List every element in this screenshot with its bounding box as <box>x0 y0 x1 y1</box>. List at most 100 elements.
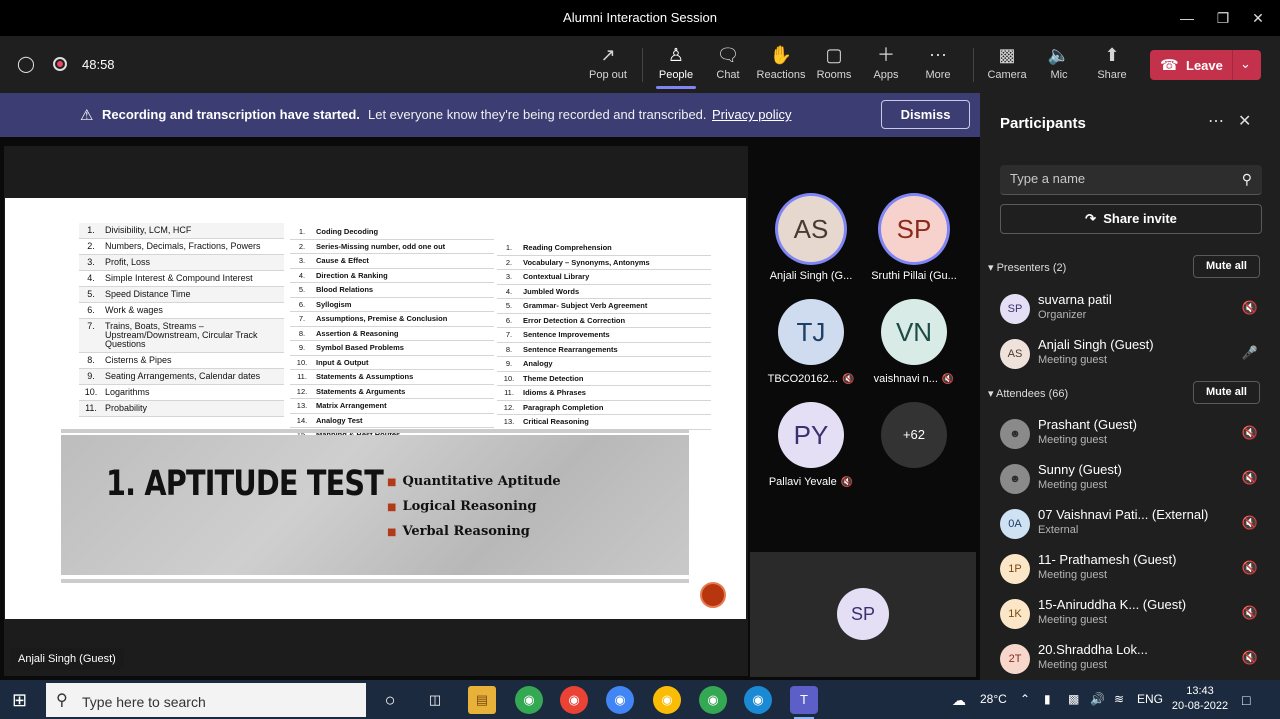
teams-icon[interactable]: T <box>790 686 818 719</box>
topic-label: Syllogism <box>316 299 352 309</box>
topic-number: 8. <box>505 344 513 354</box>
edge-icon[interactable]: ◉ <box>744 686 772 714</box>
chrome-icon[interactable]: ◉ <box>515 686 543 714</box>
chrome-icon[interactable]: ◉ <box>606 686 634 714</box>
rooms-button[interactable]: ▢ Rooms <box>808 44 860 81</box>
participant-tile[interactable]: TJ TBCO20162... 🔇 <box>766 299 856 385</box>
topic-number: 2. <box>298 241 306 251</box>
shield-icon[interactable]: ◯ <box>17 54 35 74</box>
participant-tile[interactable]: SP Sruthi Pillai (Gu... <box>869 196 959 282</box>
share-invite-button[interactable]: ↷ Share invite <box>1000 204 1262 234</box>
maximize-icon[interactable]: ❐ <box>1213 8 1233 28</box>
participant-row[interactable]: 0A 07 Vaishnavi Pati... (External) Exter… <box>1000 505 1262 545</box>
chevron-up-icon[interactable]: ⌃ <box>1020 692 1030 706</box>
windows-start-icon[interactable]: ⊞ <box>12 690 27 711</box>
task-view-icon[interactable]: ◫ <box>421 686 449 714</box>
topic-row: 4. Direction & Ranking <box>290 269 494 283</box>
aptitude-bullet: ■ Logical Reasoning <box>387 499 537 514</box>
reactions-button[interactable]: ✋ Reactions <box>755 44 807 81</box>
search-icon[interactable]: ⚲ <box>1242 171 1252 188</box>
notifications-icon[interactable]: □ <box>1242 692 1250 708</box>
apps-label: Apps <box>873 69 899 81</box>
share-button[interactable]: ⬆ Share <box>1086 44 1138 81</box>
leave-label: Leave <box>1186 58 1223 73</box>
topic-row: 1. Coding Decoding <box>290 225 494 240</box>
avatar: 2T <box>1000 644 1030 674</box>
cortana-icon[interactable]: ○ <box>376 686 404 714</box>
system-clock[interactable]: 13:43 20-08-2022 <box>1168 684 1232 714</box>
avatar: 0A <box>1000 509 1030 539</box>
more-button[interactable]: ⋯ More <box>912 44 964 81</box>
banner-text: Let everyone know they're being recorded… <box>368 107 707 122</box>
close-window-icon[interactable]: ✕ <box>1248 8 1268 28</box>
avatar: PY <box>778 402 844 468</box>
minimize-icon[interactable]: — <box>1177 8 1197 28</box>
people-button[interactable]: ♙ People <box>650 44 702 89</box>
rooms-icon: ▢ <box>825 45 843 65</box>
participant-row[interactable]: SP suvarna patil Organizer 🔇 <box>1000 290 1262 330</box>
taskbar-search-placeholder: Type here to search <box>82 694 206 710</box>
weather-icon[interactable]: ☁ <box>952 692 966 709</box>
participant-tile[interactable]: VN vaishnavi n... 🔇 <box>869 299 959 385</box>
volume-icon[interactable]: 🔊 <box>1090 692 1105 706</box>
mute-all-attendees-button[interactable]: Mute all <box>1193 381 1260 404</box>
participant-tile[interactable]: AS Anjali Singh (G... <box>766 196 856 282</box>
person-icon: ☻ <box>1000 419 1030 449</box>
chrome-icon[interactable]: ◉ <box>560 686 588 714</box>
mute-all-presenters-button[interactable]: Mute all <box>1193 255 1260 278</box>
battery-icon[interactable]: ▮ <box>1044 692 1051 706</box>
topic-label: Probability <box>105 403 148 413</box>
mic-off-icon: 🔇 <box>1241 515 1258 530</box>
presenters-section-header[interactable]: ▾ Presenters (2) <box>988 261 1066 274</box>
search-input[interactable] <box>1010 171 1230 186</box>
camera-button[interactable]: ▩ Camera <box>981 44 1033 81</box>
close-icon[interactable]: ✕ <box>1238 111 1251 131</box>
mic-button[interactable]: 🔈 Mic <box>1033 44 1085 81</box>
participant-search[interactable]: ⚲ <box>1000 165 1262 195</box>
topic-label: Idioms & Phrases <box>523 388 586 397</box>
chrome-icon[interactable]: ◉ <box>653 686 681 714</box>
participant-row[interactable]: AS Anjali Singh (Guest) Meeting guest 🎤 <box>1000 335 1262 375</box>
taskbar-search[interactable]: ⚲ Type here to search <box>46 683 366 717</box>
participant-role: Organizer <box>1038 309 1087 321</box>
participant-row[interactable]: 2T 20.Shraddha Lok... Meeting guest 🔇 <box>1000 640 1262 680</box>
share-invite-label: Share invite <box>1103 211 1177 226</box>
chrome-icon[interactable]: ◉ <box>699 686 727 714</box>
more-options-icon[interactable]: ⋯ <box>1208 111 1224 131</box>
file-explorer-icon[interactable]: ▤ <box>468 686 496 714</box>
participant-tile[interactable]: PY Pallavi Yevale 🔇 <box>766 402 856 488</box>
self-view-tile[interactable]: SP <box>750 552 976 677</box>
topic-label: Divisibility, LCM, HCF <box>105 225 192 235</box>
topic-row: 7. Assumptions, Premise & Conclusion <box>290 312 494 327</box>
attendees-section-header[interactable]: ▾ Attendees (66) <box>988 387 1068 400</box>
chevron-down-icon[interactable]: ⌄ <box>1240 56 1251 72</box>
topic-row: 7. Trains, Boats, Streams – Upstream/Down… <box>79 319 284 353</box>
participant-name: vaishnavi n... <box>873 373 938 385</box>
topic-row: 1. Reading Comprehension <box>497 241 711 256</box>
popout-button[interactable]: ↗ Pop out <box>582 44 634 81</box>
camera-icon[interactable]: ▩ <box>1068 692 1079 706</box>
temperature[interactable]: 28°C <box>980 692 1007 706</box>
toolbar-divider <box>973 48 974 82</box>
more-participants-tile[interactable]: +62 <box>869 402 959 468</box>
participant-row[interactable]: 1K 15-Aniruddha K... (Guest) Meeting gue… <box>1000 595 1262 635</box>
topic-number: 7. <box>87 321 95 331</box>
mic-off-icon: 🔇 <box>1241 650 1258 665</box>
apps-button[interactable]: ＋ Apps <box>860 44 912 81</box>
topic-row: 1. Divisibility, LCM, HCF <box>79 223 284 239</box>
topic-label: Statements & Arguments <box>316 386 406 396</box>
participant-role: Meeting guest <box>1038 434 1108 446</box>
language-indicator[interactable]: ENG <box>1137 692 1163 706</box>
leave-button[interactable]: ☎ Leave ⌄ <box>1150 50 1261 80</box>
wifi-icon[interactable]: ≋ <box>1114 692 1124 706</box>
participant-row[interactable]: ☻ Prashant (Guest) Meeting guest 🔇 <box>1000 415 1262 455</box>
participant-row[interactable]: 1P 11- Prathamesh (Guest) Meeting guest … <box>1000 550 1262 590</box>
topic-number: 5. <box>505 301 513 310</box>
dismiss-button[interactable]: Dismiss <box>881 100 970 129</box>
participant-row[interactable]: ☻ Sunny (Guest) Meeting guest 🔇 <box>1000 460 1262 500</box>
chat-button[interactable]: 🗨 Chat <box>702 44 754 81</box>
topic-number: 10. <box>84 387 98 397</box>
privacy-policy-link[interactable]: Privacy policy <box>712 107 791 122</box>
topic-label: Critical Reasoning <box>523 417 589 426</box>
windows-taskbar: ⊞ ⚲ Type here to search ○ ◫ ▤ ◉ ◉ ◉ ◉ ◉ … <box>0 680 1280 719</box>
